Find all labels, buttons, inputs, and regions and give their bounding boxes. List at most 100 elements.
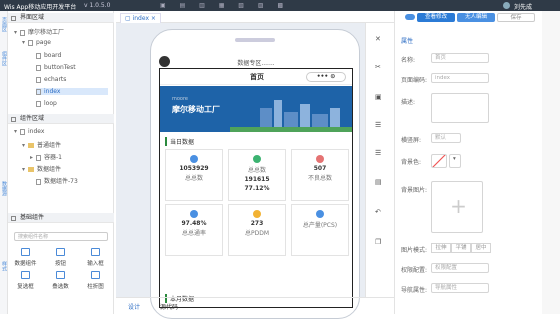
pie-icon xyxy=(316,155,324,163)
no-editor-button[interactable]: 无人编辑 xyxy=(457,13,495,22)
comp-data[interactable]: 数据组件 xyxy=(8,248,43,267)
card-pddm[interactable]: 273 总PDDM xyxy=(228,204,286,256)
status-text: 数据专区....... xyxy=(237,60,275,67)
design-tab[interactable]: 设计 xyxy=(128,302,140,311)
folder-icon xyxy=(28,167,34,172)
desc-field[interactable] xyxy=(431,93,489,123)
strip-tab-style[interactable]: 样式 xyxy=(1,261,8,271)
capsule-button[interactable]: ••• ⊙ xyxy=(306,72,346,82)
mode-stretch[interactable]: 拉伸 xyxy=(431,243,451,253)
editor-tabs: ▢ index × xyxy=(116,11,394,23)
code-field[interactable]: index xyxy=(431,73,489,83)
tree-node-index[interactable]: index xyxy=(36,88,108,95)
prop-label-code: 页面编码: xyxy=(401,77,428,84)
card-defect[interactable]: 507 不良总数 xyxy=(291,149,349,201)
cut-icon[interactable]: ✂ xyxy=(375,63,381,71)
sun-icon xyxy=(253,210,261,218)
toggle-switch[interactable] xyxy=(405,14,415,20)
chevron-down-icon[interactable]: ▾ xyxy=(449,154,461,168)
close-icon[interactable]: ✕ xyxy=(375,35,381,43)
page-title: 首页 ••• ⊙ xyxy=(160,69,352,85)
version-label: v 1.0.5.0 xyxy=(84,2,111,9)
comp-node-index[interactable]: ▾ index xyxy=(14,128,44,135)
triangle-icon xyxy=(316,210,324,218)
comp-stack[interactable]: 叠选数 xyxy=(43,271,78,290)
left-strip: 页面区 组件区 数据源 样式 xyxy=(0,11,8,314)
align-icon[interactable]: ☰ xyxy=(375,121,381,129)
stack-icon xyxy=(56,271,65,279)
property-panel: 查看修改 无人编辑 保存 属性 名称: 首页 页面编码: index 描述: 横… xyxy=(394,11,560,314)
user-name[interactable]: 刘先成 xyxy=(514,2,532,11)
lock-icon[interactable]: ▣ xyxy=(375,93,382,101)
tree-node-buttontest[interactable]: buttonTest xyxy=(36,64,76,71)
orientation-select[interactable]: 默认 xyxy=(431,133,461,143)
comp-checkbox[interactable]: 复选框 xyxy=(8,271,43,290)
comp-node-normal[interactable]: ▾ 普通组件 xyxy=(22,140,61,149)
prop-label-perm: 权限配置: xyxy=(401,267,428,274)
bar-chart-icon xyxy=(91,271,100,279)
check-icon xyxy=(253,155,261,163)
mode-tile[interactable]: 平铺 xyxy=(451,243,471,253)
name-field[interactable]: 首页 xyxy=(431,53,489,63)
image-upload[interactable]: + xyxy=(431,181,483,233)
strip-tab-datasource[interactable]: 数据源 xyxy=(1,181,8,196)
avatar[interactable] xyxy=(503,2,510,9)
card-pass[interactable]: 总总数 191615 77.12% xyxy=(228,149,286,201)
tree-node-echarts[interactable]: echarts xyxy=(36,76,66,83)
save-icon[interactable]: ▤ xyxy=(375,178,382,186)
bars-icon xyxy=(190,155,198,163)
strip-tab-page[interactable]: 页面区 xyxy=(1,17,8,32)
phone-screen: 首页 ••• ⊙ moore 摩尔移动工厂 当日数据 1053929 总总数 总总… xyxy=(159,68,353,308)
card-output[interactable]: 总产量(PCS) xyxy=(291,204,349,256)
card-rate[interactable]: 97.48% 总总通率 xyxy=(165,204,223,256)
card-total[interactable]: 1053929 总总数 xyxy=(165,149,223,201)
view-edit-button[interactable]: 查看修改 xyxy=(417,13,455,22)
color-swatch[interactable] xyxy=(431,154,447,168)
prop-label-imgmode: 图片模式: xyxy=(401,247,428,254)
prop-label-desc: 描述: xyxy=(401,99,416,106)
tree-node-page[interactable]: ▾ page xyxy=(22,39,51,46)
comp-button[interactable]: 按钮 xyxy=(43,248,78,267)
toolbar-icons[interactable]: ▣ ▤ ▥ ▦ ▧ ▨ ▩ xyxy=(160,2,289,9)
comp-node-data[interactable]: ▾ 数据组件 xyxy=(22,164,61,173)
save-button[interactable]: 保存 xyxy=(497,13,535,22)
list-icon[interactable]: ☰ xyxy=(375,149,381,157)
basic-section-header[interactable]: 基础组件 xyxy=(8,213,114,223)
component-search-input[interactable]: 搜索组件名称 xyxy=(14,232,108,241)
tab-index[interactable]: ▢ index × xyxy=(120,13,161,23)
comp-barline[interactable]: 柱折图 xyxy=(78,271,113,290)
tree-node-loop[interactable]: loop xyxy=(36,100,57,107)
bars-icon xyxy=(190,210,198,218)
strip-tab-component[interactable]: 组件区 xyxy=(1,51,8,66)
comp-node-container[interactable]: ▸ 容器-1 xyxy=(30,152,62,161)
prop-label-name: 名称: xyxy=(401,57,416,64)
right-scroll-strip xyxy=(542,11,560,314)
property-heading: 属性 xyxy=(401,38,414,45)
file-icon xyxy=(20,29,25,36)
page-section-header[interactable]: 界面区域 xyxy=(8,13,114,23)
file-icon xyxy=(20,128,25,135)
folder-icon xyxy=(28,39,33,46)
undo-icon[interactable]: ↶ xyxy=(375,208,381,216)
button-icon xyxy=(56,248,65,256)
folder-icon xyxy=(28,143,34,148)
phone-notch xyxy=(235,38,275,42)
mode-center[interactable]: 居中 xyxy=(471,243,491,253)
permission-button[interactable]: 权限配置 xyxy=(431,263,489,273)
collapse-icon[interactable] xyxy=(11,16,16,21)
container-icon xyxy=(36,154,41,161)
file-icon xyxy=(36,64,41,71)
comp-section-header[interactable]: 组件区域 xyxy=(8,114,114,124)
copy-icon[interactable]: ❐ xyxy=(375,238,381,246)
comp-input[interactable]: 输入框 xyxy=(78,248,113,267)
table-icon xyxy=(36,178,41,185)
tree-node-board[interactable]: board xyxy=(36,52,61,59)
comp-node-data-73[interactable]: 数据组件-73 xyxy=(36,176,78,185)
nav-attr-button[interactable]: 导航属性 xyxy=(431,283,489,293)
tree-node-root[interactable]: ▾ 摩尔移动工厂 xyxy=(14,27,64,36)
source-tab[interactable]: 源代码 xyxy=(160,302,178,311)
collapse-icon[interactable] xyxy=(11,216,16,221)
bottom-tabs: 设计 源代码 xyxy=(116,297,394,314)
collapse-icon[interactable] xyxy=(11,117,16,122)
prop-label-bgimage: 背景图片: xyxy=(401,187,428,194)
